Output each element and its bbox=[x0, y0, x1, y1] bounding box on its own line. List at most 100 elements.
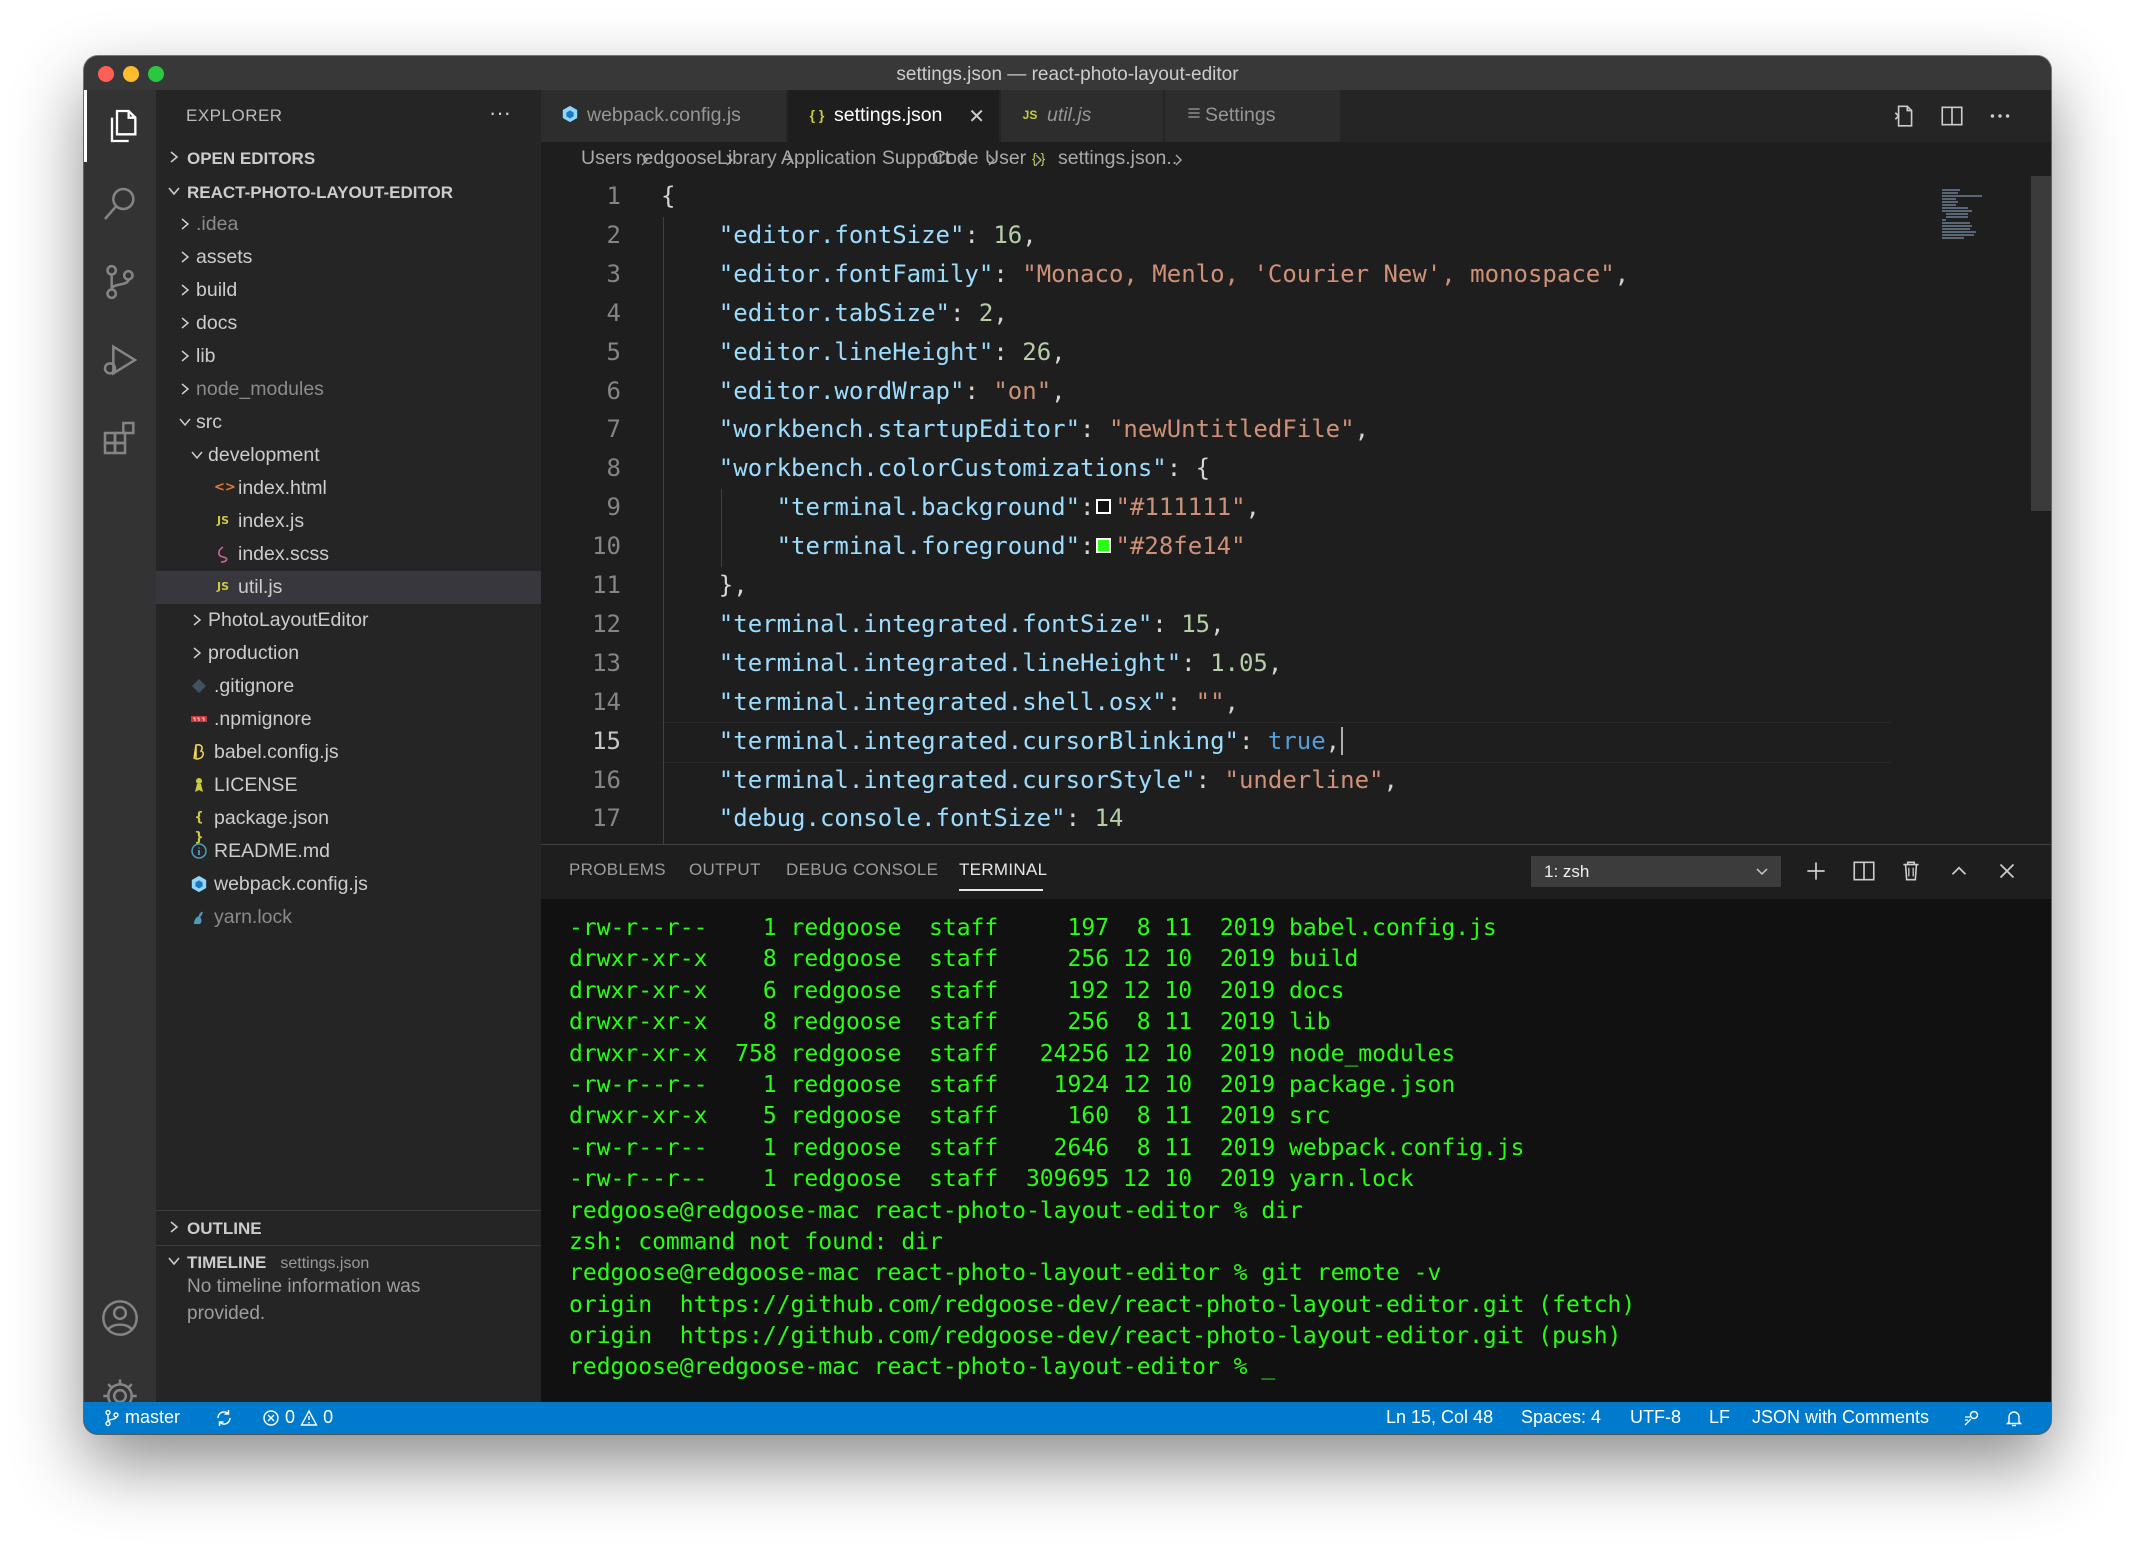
code-line[interactable]: "terminal.integrated.cursorBlinking": tr… bbox=[661, 726, 1344, 755]
run-debug-icon[interactable] bbox=[84, 324, 156, 396]
open-editors-section[interactable]: OPEN EDITORS bbox=[156, 142, 541, 175]
feedback-icon[interactable] bbox=[1962, 1407, 1982, 1428]
tree-item[interactable]: .idea bbox=[156, 208, 541, 241]
extensions-icon[interactable] bbox=[84, 402, 156, 474]
tree-item[interactable]: PhotoLayoutEditor bbox=[156, 604, 541, 637]
color-swatch[interactable] bbox=[1096, 537, 1112, 553]
new-terminal-icon[interactable] bbox=[1803, 858, 1829, 884]
breadcrumb-item[interactable]: ... bbox=[1161, 147, 1177, 170]
tab-debug-console[interactable]: DEBUG CONSOLE bbox=[786, 860, 938, 880]
tree-item[interactable]: { } package.json bbox=[156, 802, 541, 845]
trash-icon[interactable] bbox=[1898, 858, 1924, 884]
project-section[interactable]: REACT-PHOTO-LAYOUT-EDITOR bbox=[156, 176, 541, 209]
explorer-icon[interactable] bbox=[84, 90, 156, 162]
tab-settings[interactable]: Settings bbox=[1165, 90, 1341, 142]
tree-item[interactable]: docs bbox=[156, 307, 541, 340]
branch-indicator[interactable]: master bbox=[104, 1407, 180, 1428]
breadcrumb-item[interactable]: settings.json bbox=[1058, 147, 1166, 170]
tab-problems[interactable]: PROBLEMS bbox=[569, 860, 666, 880]
breadcrumb-item[interactable]: Code bbox=[932, 147, 979, 170]
tree-item[interactable]: yarn.lock bbox=[156, 901, 541, 934]
breadcrumb-item[interactable]: Users bbox=[581, 147, 632, 170]
tree-item[interactable]: production bbox=[156, 637, 541, 670]
terminal-output[interactable]: -rw-r--r-- 1 redgoose staff 197 8 11 201… bbox=[569, 915, 2051, 1386]
code-editor[interactable]: 1 2 3 4 5 6 7 8 9 10 11 12 13 14 15 16 17{ "editor.fontS… bbox=[541, 176, 2051, 844]
code-line[interactable]: "terminal.integrated.cursorStyle": "unde… bbox=[661, 766, 1398, 794]
close-tab-icon[interactable]: ✕ bbox=[968, 104, 985, 129]
color-swatch[interactable] bbox=[1096, 498, 1112, 514]
code-line[interactable]: "terminal.foreground": "#28fe14" bbox=[661, 532, 1246, 560]
source-control-icon[interactable] bbox=[84, 246, 156, 318]
tree-item[interactable]: .gitignore bbox=[156, 670, 541, 703]
split-terminal-icon[interactable] bbox=[1851, 858, 1877, 884]
code-line[interactable]: "terminal.integrated.lineHeight": 1.05, bbox=[661, 649, 1283, 677]
tab-terminal[interactable]: TERMINAL bbox=[959, 860, 1047, 880]
code-line[interactable]: "editor.tabSize": 2, bbox=[661, 299, 1008, 327]
maximize-panel-icon[interactable] bbox=[1946, 858, 1972, 884]
code-line[interactable]: "editor.fontFamily": "Monaco, Menlo, 'Co… bbox=[661, 260, 1629, 288]
code-line[interactable]: "terminal.integrated.fontSize": 15, bbox=[661, 610, 1225, 638]
code-line[interactable]: "editor.wordWrap": "on", bbox=[661, 377, 1066, 405]
vertical-scrollbar[interactable] bbox=[2031, 176, 2051, 844]
line-number: 7 bbox=[606, 415, 621, 444]
code-token: , bbox=[1354, 415, 1370, 444]
indentation[interactable]: Spaces: 4 bbox=[1521, 1407, 1601, 1428]
code-line[interactable]: }, bbox=[661, 571, 748, 599]
code-line[interactable]: "terminal.background": "#111111", bbox=[661, 493, 1260, 521]
encoding[interactable]: UTF-8 bbox=[1630, 1407, 1681, 1428]
more-actions-icon[interactable] bbox=[1987, 103, 2013, 129]
minimap[interactable] bbox=[1936, 186, 2031, 246]
breadcrumb-item[interactable]: Application Support bbox=[781, 147, 950, 170]
account-icon[interactable] bbox=[84, 1282, 156, 1354]
tree-item[interactable]: babel.config.js bbox=[156, 736, 541, 769]
tree-item[interactable]: build bbox=[156, 274, 541, 307]
language-mode[interactable]: JSON with Comments bbox=[1752, 1407, 1929, 1428]
code-token: , bbox=[1051, 337, 1066, 366]
split-editor-icon[interactable] bbox=[1939, 103, 1965, 129]
tree-item[interactable]: node_modules bbox=[156, 373, 541, 406]
tree-item[interactable]: JS index.js bbox=[156, 505, 541, 538]
notifications-bell-icon[interactable] bbox=[2004, 1407, 2024, 1428]
cursor-position[interactable]: Ln 15, Col 48 bbox=[1386, 1407, 1493, 1428]
tree-item[interactable]: README.md bbox=[156, 835, 541, 868]
breadcrumb-item[interactable]: Library bbox=[717, 147, 777, 170]
tab-util-js[interactable]: JS util.js bbox=[1001, 90, 1164, 142]
code-line[interactable]: "terminal.integrated.shell.osx": "", bbox=[661, 688, 1239, 716]
tree-item-label: LICENSE bbox=[214, 774, 298, 796]
tab-settings-json[interactable]: { } settings.json ✕ bbox=[788, 90, 1000, 142]
outline-section[interactable]: OUTLINE bbox=[156, 1212, 541, 1245]
js-file-icon: JS bbox=[216, 580, 229, 593]
close-panel-icon[interactable] bbox=[1994, 858, 2020, 884]
code-line[interactable]: "editor.fontSize": 16, bbox=[661, 221, 1037, 249]
code-line[interactable]: "editor.lineHeight": 26, bbox=[661, 338, 1066, 366]
tree-item[interactable]: LICENSE bbox=[156, 769, 541, 802]
tree-item[interactable]: lib bbox=[156, 340, 541, 373]
problems-indicator[interactable]: 0 0 bbox=[262, 1407, 333, 1428]
code-line[interactable]: "workbench.startupEditor": "newUntitledF… bbox=[661, 415, 1369, 443]
terminal-select[interactable]: 1: zsh bbox=[1531, 856, 1781, 887]
code-token: "editor.lineHeight" bbox=[718, 337, 994, 366]
tree-item[interactable]: JS util.js bbox=[156, 571, 541, 604]
tab-webpack-config[interactable]: webpack.config.js bbox=[541, 90, 787, 142]
tab-output[interactable]: OUTPUT bbox=[689, 860, 761, 880]
tree-item[interactable]: assets bbox=[156, 241, 541, 274]
code-line[interactable]: "workbench.colorCustomizations": { bbox=[661, 454, 1210, 482]
more-actions-icon[interactable]: ··· bbox=[489, 100, 511, 126]
scrollbar-thumb[interactable] bbox=[2031, 176, 2051, 511]
breadcrumb-item[interactable]: User bbox=[985, 147, 1026, 170]
tree-item-label: PhotoLayoutEditor bbox=[208, 609, 369, 631]
tree-item[interactable]: .npmignore bbox=[156, 703, 541, 736]
end-of-line[interactable]: LF bbox=[1709, 1407, 1730, 1428]
code-line[interactable]: "debug.console.fontSize": 14 bbox=[661, 804, 1124, 832]
search-icon[interactable] bbox=[84, 168, 156, 240]
line-number: 5 bbox=[606, 337, 621, 366]
open-settings-json-icon[interactable] bbox=[1891, 103, 1917, 129]
tree-item[interactable]: webpack.config.js bbox=[156, 868, 541, 901]
breadcrumb-item[interactable]: redgoose bbox=[636, 147, 717, 170]
tree-item[interactable]: src bbox=[156, 406, 541, 439]
sync-icon[interactable] bbox=[214, 1407, 234, 1428]
tree-item[interactable]: development bbox=[156, 439, 541, 472]
tree-item[interactable]: <> index.html bbox=[156, 472, 541, 505]
code-line[interactable]: { bbox=[661, 182, 675, 210]
tree-item[interactable]: index.scss bbox=[156, 538, 541, 571]
